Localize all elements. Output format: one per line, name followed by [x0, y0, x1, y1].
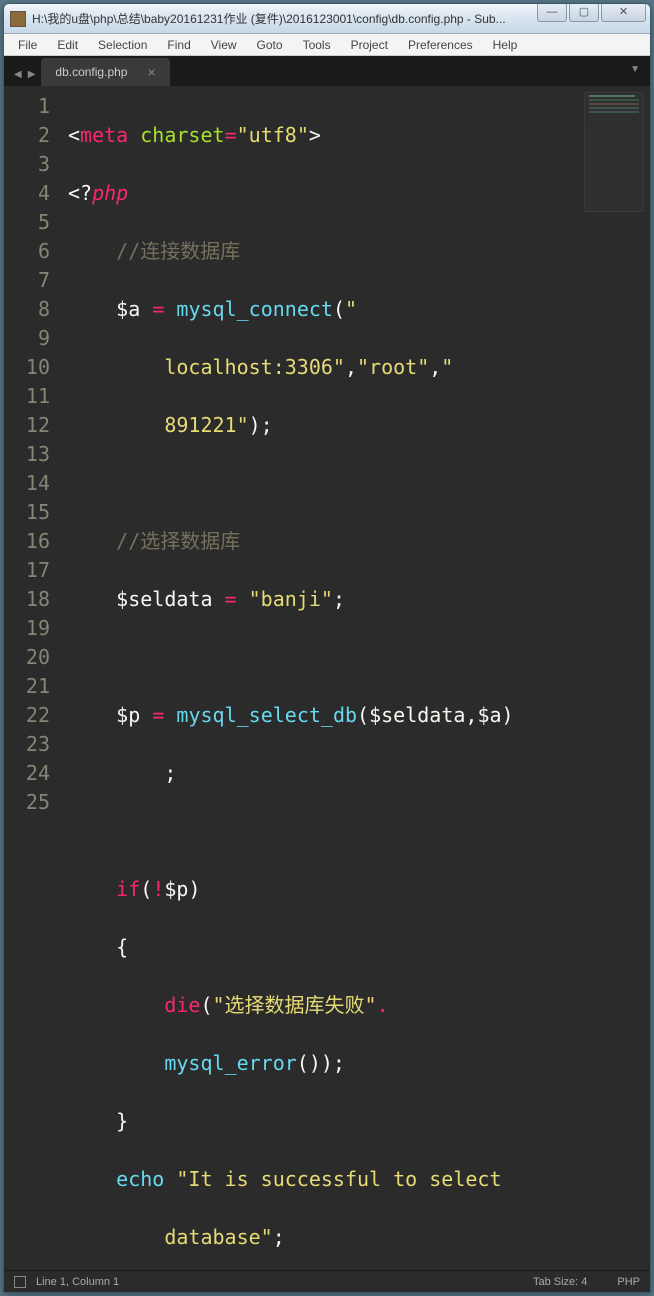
file-tab[interactable]: db.config.php ×: [41, 58, 169, 86]
menu-selection[interactable]: Selection: [88, 38, 157, 52]
line-number: 25: [4, 788, 50, 817]
line-number: 19: [4, 614, 50, 643]
line-number: 11: [4, 382, 50, 411]
line-number: 5: [4, 208, 50, 237]
editor[interactable]: 1 2 3 4 5 6 7 8 9 10 11 12 13 14 15 16 1…: [4, 86, 650, 1270]
maximize-button[interactable]: ▢: [569, 3, 599, 22]
line-number: 24: [4, 759, 50, 788]
app-window: H:\我的u盘\php\总结\baby20161231作业 (复件)\20161…: [3, 3, 651, 1293]
tabbar: ◀ ▶ db.config.php × ▼: [4, 56, 650, 86]
line-number: 7: [4, 266, 50, 295]
menu-edit[interactable]: Edit: [47, 38, 88, 52]
line-number: 2: [4, 121, 50, 150]
line-number: 14: [4, 469, 50, 498]
cursor-position[interactable]: Line 1, Column 1: [36, 1276, 119, 1288]
line-number: 1: [4, 92, 50, 121]
line-number: 22: [4, 701, 50, 730]
status-icon[interactable]: [14, 1276, 26, 1288]
close-button[interactable]: ✕: [601, 3, 646, 22]
line-gutter: 1 2 3 4 5 6 7 8 9 10 11 12 13 14 15 16 1…: [4, 86, 60, 1270]
tab-close-icon[interactable]: ×: [147, 64, 155, 80]
line-number: 18: [4, 585, 50, 614]
tab-menu-icon[interactable]: ▼: [630, 64, 640, 75]
line-number: 8: [4, 295, 50, 324]
line-number: 21: [4, 672, 50, 701]
line-number: 4: [4, 179, 50, 208]
menubar: File Edit Selection Find View Goto Tools…: [4, 34, 650, 56]
tab-prev-icon[interactable]: ◀: [14, 69, 22, 80]
tab-size[interactable]: Tab Size: 4: [533, 1276, 587, 1288]
tab-next-icon[interactable]: ▶: [28, 69, 36, 80]
menu-help[interactable]: Help: [483, 38, 528, 52]
menu-file[interactable]: File: [8, 38, 47, 52]
titlebar[interactable]: H:\我的u盘\php\总结\baby20161231作业 (复件)\20161…: [4, 4, 650, 34]
tab-arrows: ◀ ▶: [12, 69, 41, 86]
line-number: 20: [4, 643, 50, 672]
line-number: 23: [4, 730, 50, 759]
line-number: 6: [4, 237, 50, 266]
window-buttons: — ▢ ✕: [537, 3, 646, 22]
line-number: 9: [4, 324, 50, 353]
menu-goto[interactable]: Goto: [247, 38, 293, 52]
syntax-mode[interactable]: PHP: [617, 1276, 640, 1288]
menu-preferences[interactable]: Preferences: [398, 38, 483, 52]
line-number: 10: [4, 353, 50, 382]
line-number: 12: [4, 411, 50, 440]
menu-find[interactable]: Find: [157, 38, 200, 52]
minimap[interactable]: [584, 92, 644, 212]
statusbar: Line 1, Column 1 Tab Size: 4 PHP: [4, 1270, 650, 1292]
menu-tools[interactable]: Tools: [293, 38, 341, 52]
line-number: 17: [4, 556, 50, 585]
menu-view[interactable]: View: [201, 38, 247, 52]
line-number: 15: [4, 498, 50, 527]
line-number: 16: [4, 527, 50, 556]
app-icon: [10, 11, 26, 27]
minimize-button[interactable]: —: [537, 3, 567, 22]
line-number: 3: [4, 150, 50, 179]
line-number: 13: [4, 440, 50, 469]
tab-label: db.config.php: [55, 65, 127, 79]
menu-project[interactable]: Project: [341, 38, 398, 52]
code-area[interactable]: <meta charset="utf8"> <?php //连接数据库 $a =…: [60, 86, 650, 1270]
